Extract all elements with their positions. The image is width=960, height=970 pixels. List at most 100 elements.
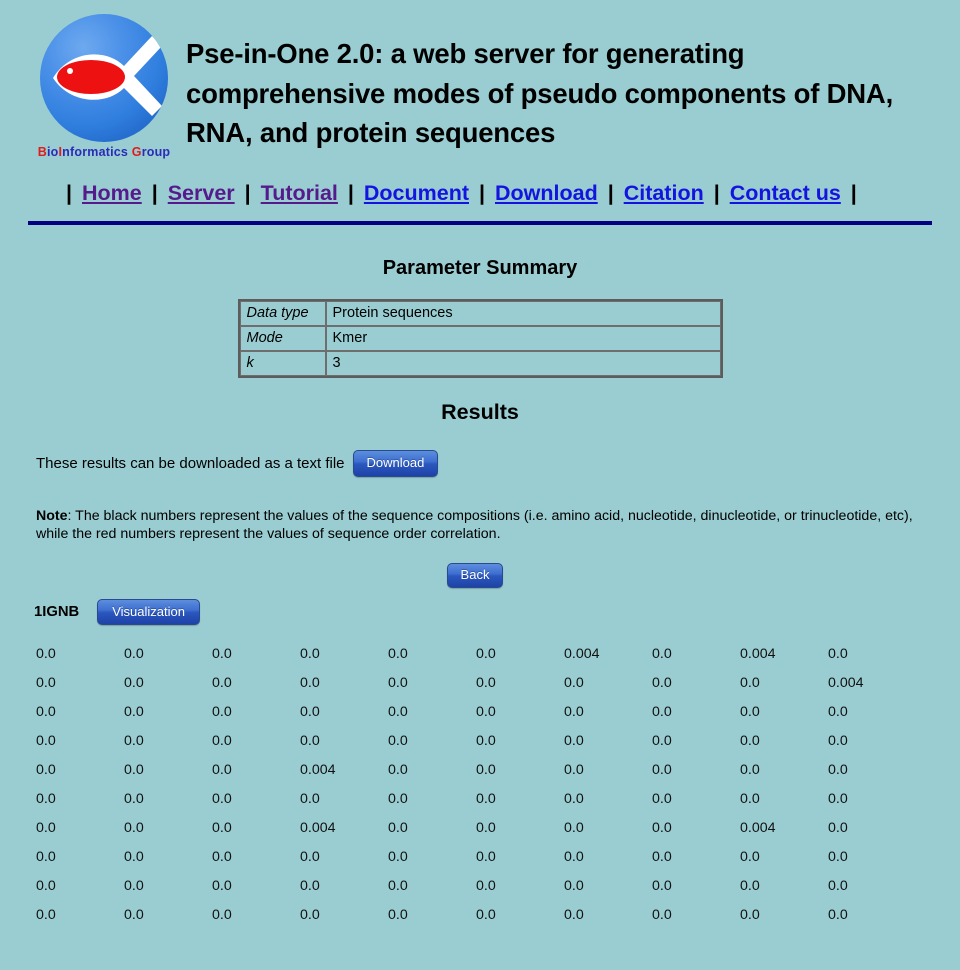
grid-cell: 0.0 (564, 848, 584, 865)
grid-cell: 0.0 (828, 877, 848, 894)
results-note: Note: The black numbers represent the va… (36, 507, 924, 544)
grid-cell: 0.0 (564, 877, 584, 894)
grid-row: 0.0 0.0 0.0 0.0 0.0 0.0 0.0 0.0 0.0 0.0 (36, 871, 960, 900)
grid-cell: 0.0 (828, 732, 848, 749)
page-title: Pse-in-One 2.0: a web server for generat… (186, 38, 894, 149)
grid-cell: 0.0 (740, 674, 760, 691)
grid-cell: 0.0 (476, 848, 496, 865)
nav-link-tutorial[interactable]: Tutorial (261, 181, 338, 205)
grid-cell: 0.0 (36, 790, 56, 807)
grid-cell: 0.0 (652, 790, 672, 807)
grid-cell: 0.0 (212, 819, 232, 836)
grid-cell: 0.0 (476, 703, 496, 720)
nav-link-contact-us[interactable]: Contact us (730, 181, 841, 205)
feature-value-grid: 0.0 0.0 0.0 0.0 0.0 0.0 0.004 0.0 0.004 0.0 0.0 0.0… (0, 639, 960, 929)
grid-row: 0.0 0.0 0.0 0.0 0.0 0.0 0.0 0.0 0.0 0.0 (36, 900, 960, 929)
grid-cell: 0.0 (36, 761, 56, 778)
header-divider (28, 221, 932, 225)
grid-cell: 0.0 (740, 732, 760, 749)
grid-cell: 0.0 (388, 906, 408, 923)
page-header: BioInformatics Group Pse-in-One 2.0: a w… (0, 0, 960, 159)
grid-cell: 0.0 (124, 819, 144, 836)
grid-cell: 0.0 (212, 790, 232, 807)
parameter-summary-table-wrapper: Data type Protein sequences Mode Kmer k … (0, 299, 960, 378)
grid-cell: 0.0 (36, 906, 56, 923)
param-value-k: 3 (325, 351, 721, 376)
grid-cell: 0.0 (476, 790, 496, 807)
grid-cell: 0.0 (740, 906, 760, 923)
param-value-mode: Kmer (325, 326, 721, 351)
grid-cell: 0.0 (388, 703, 408, 720)
grid-cell: 0.0 (388, 761, 408, 778)
grid-cell: 0.0 (652, 645, 672, 662)
grid-cell: 0.0 (212, 674, 232, 691)
grid-cell: 0.0 (476, 819, 496, 836)
grid-cell: 0.0 (828, 819, 848, 836)
grid-cell: 0.0 (212, 703, 232, 720)
param-key-data-type: Data type (239, 301, 326, 326)
main-navigation: | Home | Server | Tutorial | Document | … (0, 181, 960, 206)
grid-cell: 0.0 (212, 732, 232, 749)
grid-cell: 0.0 (564, 732, 584, 749)
grid-cell: 0.0 (36, 674, 56, 691)
grid-cell: 0.004 (740, 645, 776, 662)
grid-cell: 0.0 (828, 761, 848, 778)
download-button[interactable]: Download (352, 450, 439, 477)
grid-cell: 0.0 (652, 906, 672, 923)
grid-row: 0.0 0.0 0.0 0.0 0.0 0.0 0.0 0.0 0.0 0.0 (36, 726, 960, 755)
grid-cell: 0.0 (124, 674, 144, 691)
grid-cell: 0.0 (476, 761, 496, 778)
download-row: These results can be downloaded as a tex… (36, 450, 960, 477)
grid-cell: 0.0 (652, 674, 672, 691)
nav-separator: | (478, 181, 485, 205)
grid-cell: 0.0 (740, 790, 760, 807)
grid-cell: 0.0 (124, 906, 144, 923)
note-label: Note (36, 507, 68, 524)
grid-cell: 0.0 (564, 790, 584, 807)
grid-cell: 0.0 (740, 761, 760, 778)
nav-link-document[interactable]: Document (364, 181, 469, 205)
grid-cell: 0.0 (388, 645, 408, 662)
grid-cell: 0.0 (300, 906, 320, 923)
nav-separator: | (607, 181, 614, 205)
grid-cell: 0.0 (212, 761, 232, 778)
grid-row: 0.0 0.0 0.0 0.0 0.0 0.0 0.0 0.0 0.0 0.004 (36, 668, 960, 697)
grid-cell: 0.0 (476, 877, 496, 894)
nav-link-server[interactable]: Server (168, 181, 235, 205)
back-button[interactable]: Back (446, 563, 504, 588)
grid-cell: 0.0 (740, 703, 760, 720)
grid-cell: 0.0 (564, 674, 584, 691)
grid-cell: 0.004 (300, 761, 336, 778)
grid-cell: 0.0 (36, 848, 56, 865)
table-row: Data type Protein sequences (239, 301, 721, 326)
nav-link-download[interactable]: Download (495, 181, 598, 205)
grid-row: 0.0 0.0 0.0 0.0 0.0 0.0 0.0 0.0 0.0 0.0 (36, 697, 960, 726)
grid-row: 0.0 0.0 0.0 0.0 0.0 0.0 0.0 0.0 0.0 0.0 (36, 784, 960, 813)
grid-cell: 0.0 (36, 703, 56, 720)
grid-cell: 0.0 (564, 761, 584, 778)
grid-row: 0.0 0.0 0.0 0.0 0.0 0.0 0.0 0.0 0.0 0.0 (36, 842, 960, 871)
grid-cell: 0.0 (652, 703, 672, 720)
grid-cell: 0.0 (300, 645, 320, 662)
grid-cell: 0.0 (564, 819, 584, 836)
grid-cell: 0.0 (124, 732, 144, 749)
visualization-button[interactable]: Visualization (97, 598, 200, 626)
parameter-summary-table: Data type Protein sequences Mode Kmer k … (237, 299, 723, 378)
back-button-wrapper: Back (0, 563, 960, 588)
grid-cell: 0.0 (124, 703, 144, 720)
nav-link-citation[interactable]: Citation (624, 181, 704, 205)
sequence-id-label: 1IGNB (34, 604, 80, 621)
grid-cell: 0.0 (740, 877, 760, 894)
grid-cell: 0.0 (300, 703, 320, 720)
grid-cell: 0.0 (476, 732, 496, 749)
results-heading: Results (441, 400, 519, 424)
table-row: Mode Kmer (239, 326, 721, 351)
grid-cell: 0.0 (212, 906, 232, 923)
fish-sphere-icon (40, 14, 168, 142)
nav-separator: | (713, 181, 720, 205)
grid-cell: 0.0 (36, 819, 56, 836)
nav-link-home[interactable]: Home (82, 181, 142, 205)
grid-cell: 0.0 (564, 703, 584, 720)
grid-cell: 0.0 (36, 645, 56, 662)
grid-cell: 0.0 (828, 645, 848, 662)
